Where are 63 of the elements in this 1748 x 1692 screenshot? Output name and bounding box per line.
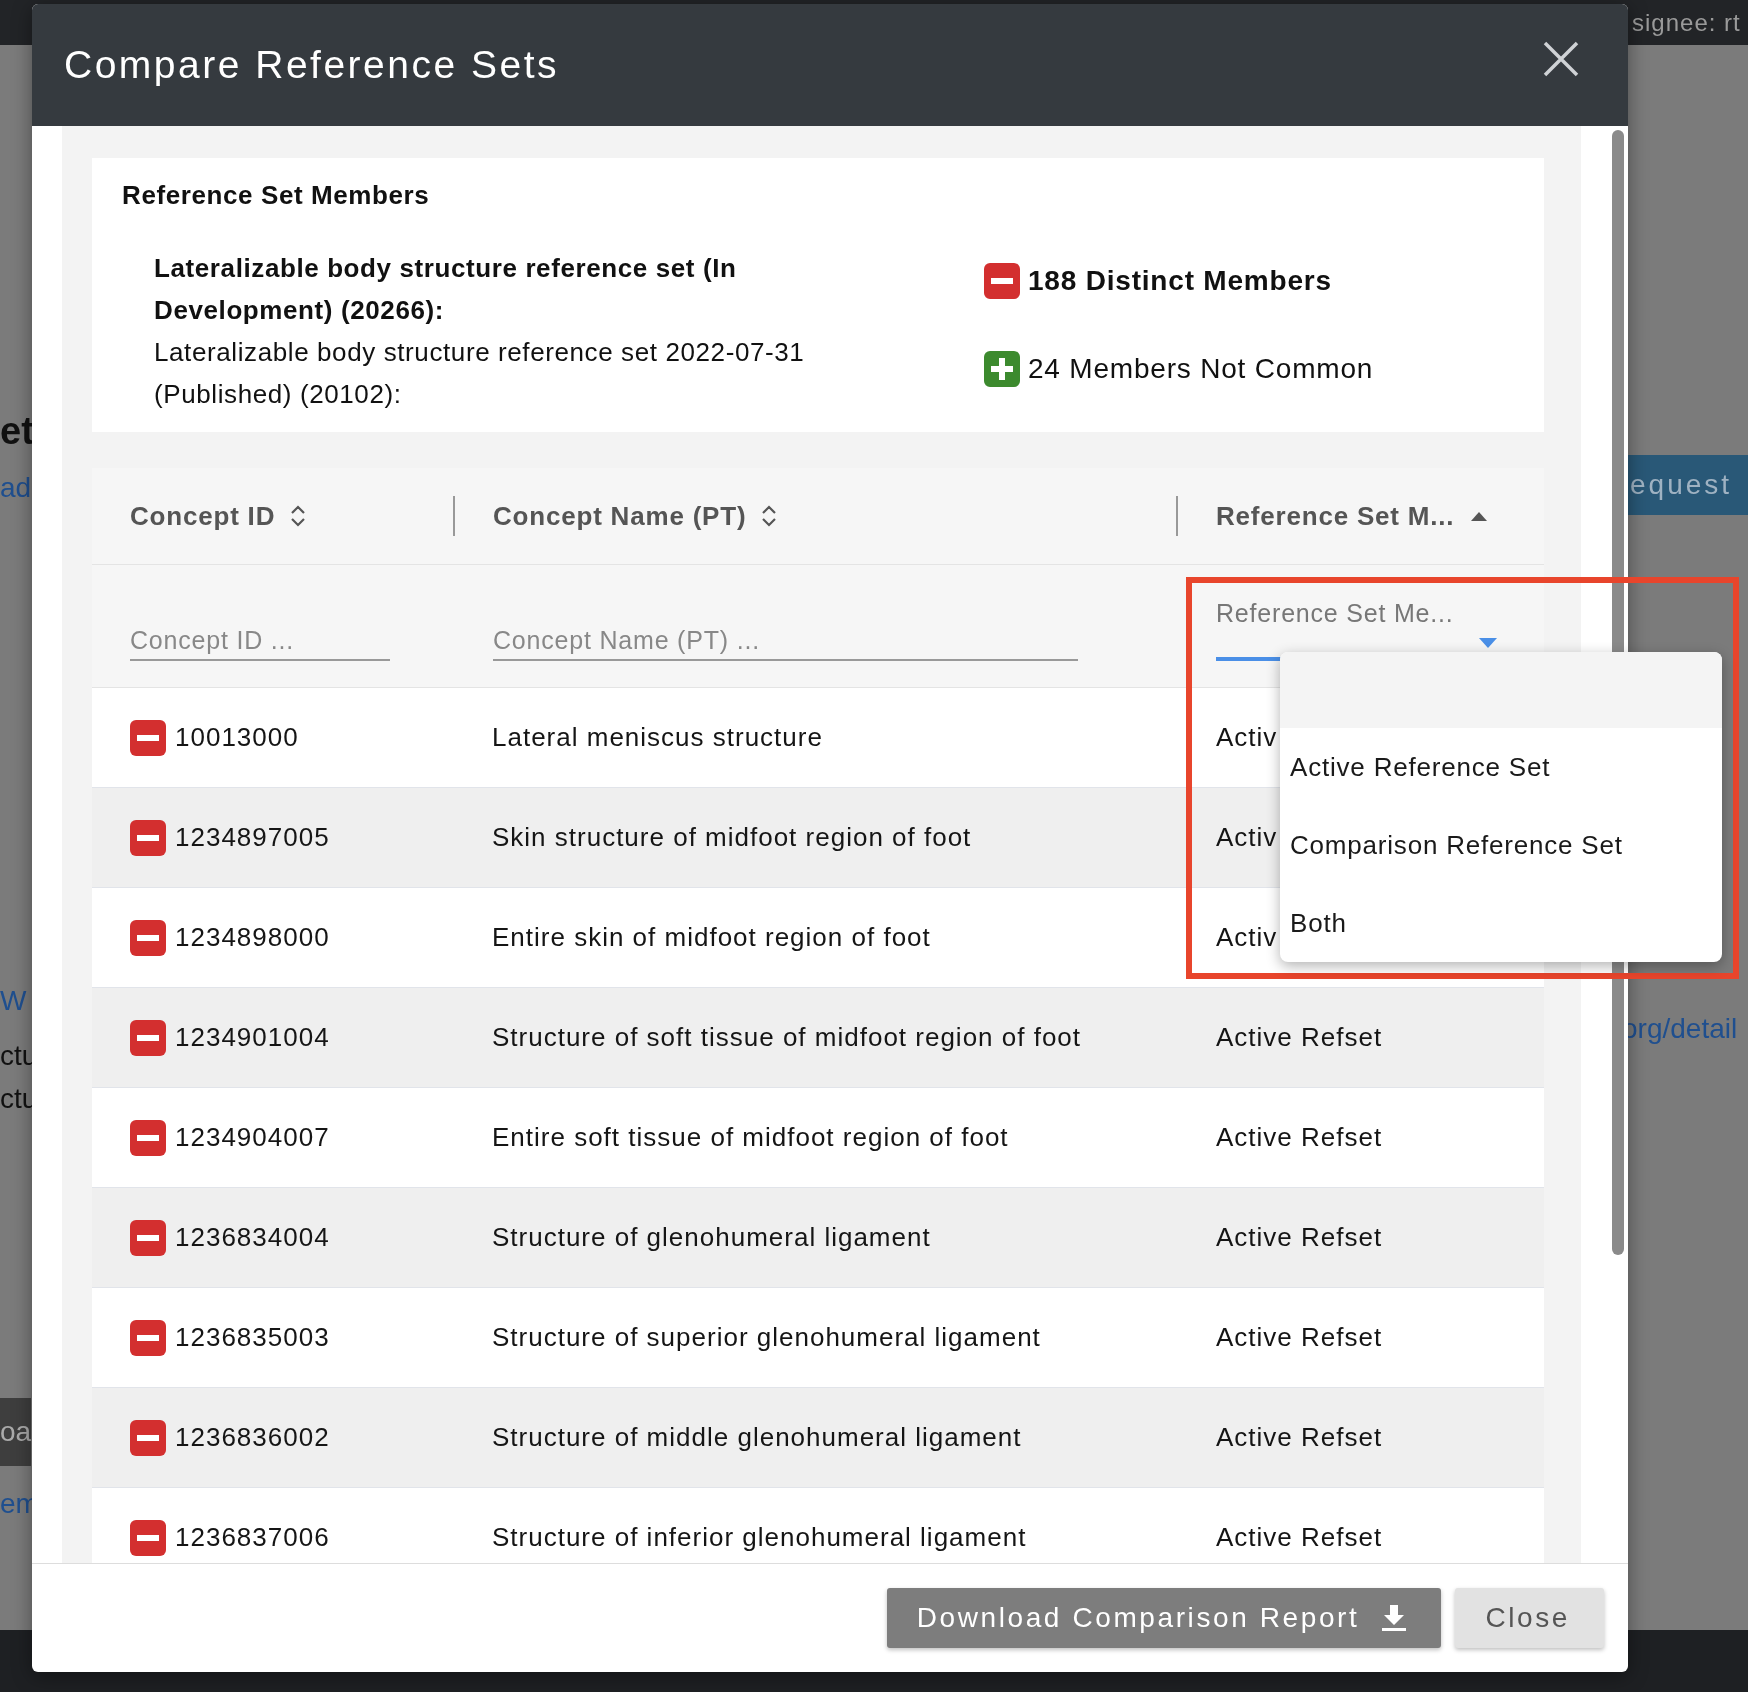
membership-cell: Active Refset <box>1216 1522 1383 1553</box>
concept-name: Structure of middle glenohumeral ligament <box>492 1422 1022 1453</box>
concept-id: 1234897005 <box>175 822 330 853</box>
reference-set-label: Lateralizable body structure reference set (In Development) (20266): <box>154 252 738 327</box>
minus-icon <box>984 263 1020 299</box>
minus-icon <box>130 1119 166 1156</box>
concept-name: Entire soft tissue of midfoot region of foot <box>492 1122 1009 1153</box>
minus-icon <box>130 1419 166 1456</box>
concept-id: 10013000 <box>175 722 299 753</box>
concept-id: 1236835003 <box>175 1322 330 1353</box>
minus-icon <box>130 1519 166 1556</box>
column-header[interactable]: Reference Set M... <box>1216 500 1455 532</box>
concept-id: 1234898000 <box>175 922 330 953</box>
caret-icon <box>1478 637 1498 649</box>
membership-cell: Activ <box>1216 922 1278 953</box>
page-button[interactable]: oa <box>0 1398 32 1466</box>
concept-id: 1236834004 <box>175 1222 330 1253</box>
reference-set-label: Lateralizable body structure reference set 2022-07-31 (Published) (20102): <box>154 336 806 411</box>
concept-id: 1236836002 <box>175 1422 330 1453</box>
membership-cell: Active Refset <box>1216 1122 1383 1153</box>
dropdown-option[interactable]: Comparison Reference Set <box>1280 806 1722 884</box>
minus-icon <box>130 1319 166 1356</box>
filter-field[interactable]: Concept ID ... <box>130 626 390 661</box>
plus-icon <box>984 351 1020 387</box>
membership-cell: Active Refset <box>1216 1022 1383 1053</box>
concept-name: Entire skin of midfoot region of foot <box>492 922 931 953</box>
minus-icon <box>130 819 166 856</box>
minus-icon <box>130 1219 166 1256</box>
dropdown-option[interactable]: Active Reference Set <box>1280 728 1722 806</box>
concept-id: 1234904007 <box>175 1122 330 1153</box>
column-header[interactable]: Concept ID <box>130 500 276 532</box>
download-button[interactable]: Download Comparison Report <box>886 1588 1442 1648</box>
page-heading: et <box>0 410 34 453</box>
sort-icon[interactable] <box>760 504 779 528</box>
membership-cell: Activ <box>1216 722 1278 753</box>
concept-name: Structure of glenohumeral ligament <box>492 1222 931 1253</box>
close-button[interactable]: Close <box>1455 1588 1604 1648</box>
concept-name: Lateral meniscus structure <box>492 722 823 753</box>
summary-title: Reference Set Members <box>122 180 431 211</box>
dialog-title: Compare Reference Sets <box>64 43 560 87</box>
membership-cell: Activ <box>1216 822 1278 853</box>
membership-cell: Active Refset <box>1216 1222 1383 1253</box>
membership-cell: Active Refset <box>1216 1322 1383 1353</box>
membership-cell: Active Refset <box>1216 1422 1383 1453</box>
request-button[interactable]: equest <box>1626 455 1748 515</box>
concept-name: Structure of soft tissue of midfoot region of foot <box>492 1022 1082 1053</box>
member-count: 24 Members Not Common <box>1028 353 1374 385</box>
download-icon <box>1381 1604 1408 1632</box>
minus-icon <box>130 919 166 956</box>
assignee-text: signee: rt <box>1632 8 1742 37</box>
minus-icon <box>130 1019 166 1056</box>
dropdown-option[interactable]: Both <box>1280 884 1722 962</box>
filter-field[interactable]: Concept Name (PT) ... <box>493 626 1078 661</box>
minus-icon <box>130 719 166 756</box>
concept-id: 1236837006 <box>175 1522 330 1553</box>
concept-name: Skin structure of midfoot region of foot <box>492 822 972 853</box>
sort-icon[interactable] <box>289 504 308 528</box>
concept-name: Structure of superior glenohumeral ligament <box>492 1322 1041 1353</box>
concept-name: Structure of inferior glenohumeral ligament <box>492 1522 1027 1553</box>
concept-id: 1234901004 <box>175 1022 330 1053</box>
member-count: 188 Distinct Members <box>1028 265 1332 297</box>
close-icon[interactable] <box>1542 40 1580 78</box>
column-header[interactable]: Concept Name (PT) <box>493 500 747 532</box>
